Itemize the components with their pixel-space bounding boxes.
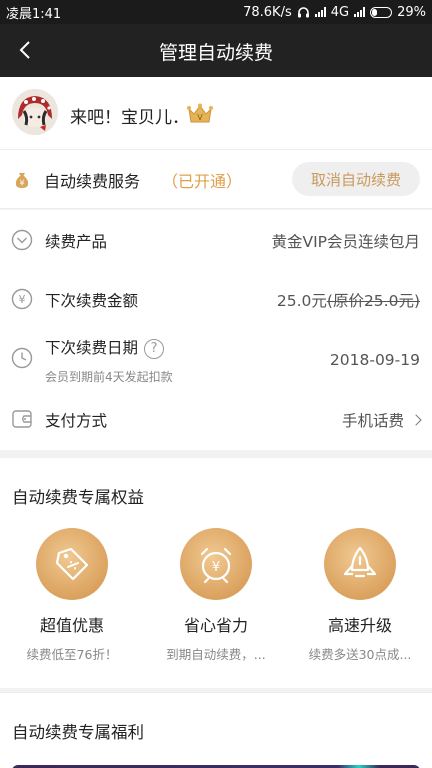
tag-discount-icon	[55, 547, 89, 581]
rocket-upgrade-icon	[343, 546, 377, 578]
network-speed: 78.6K/s	[243, 4, 292, 20]
date-label: 下次续费日期	[45, 339, 139, 357]
auto-renew-service: ¥ 自动续费服务 （已开通） 取消自动续费	[0, 149, 432, 209]
product-value: 黄金VIP会员连续包月	[271, 233, 420, 251]
page-title: 管理自动续费	[158, 42, 273, 64]
signal-icon-2	[354, 7, 366, 17]
benefits-title: 自动续费专属权益	[12, 488, 144, 507]
date-label-row: 下次续费日期?	[45, 336, 165, 359]
money-bag-icon: ¥	[15, 173, 29, 188]
date-note: 会员到期前4天发起扣款	[45, 370, 173, 384]
headphone-icon	[297, 7, 309, 18]
nav-bar: 管理自动续费	[0, 24, 432, 77]
alarm-clock-icon: ¥	[200, 547, 232, 584]
battery-percent: 29%	[397, 4, 426, 20]
avatar[interactable]	[12, 89, 58, 135]
yen-circle-icon: ¥	[11, 288, 33, 310]
svg-text:¥: ¥	[212, 560, 220, 575]
benefit-item-upgrade[interactable]: 高速升级 续费多送30点成...	[288, 528, 432, 663]
amount-original-price: (原价25.0元)	[326, 292, 420, 310]
amount-value: 25.0元	[276, 292, 327, 310]
benefit-name: 省心省力	[183, 616, 248, 635]
date-value: 2018-09-19	[329, 351, 420, 369]
chevron-down-circle-icon	[11, 229, 33, 251]
network-type: 4G	[330, 4, 350, 20]
benefit-desc: 续费低至76折！	[26, 647, 118, 662]
benefit-desc: 到期自动续费，...	[166, 647, 266, 662]
benefit-item-convenience[interactable]: ¥ 省心省力 到期自动续费，...	[144, 528, 288, 663]
service-status: （已开通）	[162, 172, 243, 191]
clock-icon	[11, 347, 33, 369]
avatar-image	[12, 89, 58, 135]
cancel-auto-renew-button[interactable]: 取消自动续费	[292, 162, 420, 196]
svg-text:¥: ¥	[19, 293, 26, 306]
user-card: 来吧！宝贝儿． V	[0, 77, 432, 149]
wallet-icon	[12, 410, 32, 428]
renewal-details: 续费产品 黄金VIP会员连续包月 ¥ 下次续费金额 25.0元(原价25.0元)…	[0, 210, 432, 450]
svg-text:V: V	[197, 113, 203, 122]
vip-crown-icon: V	[187, 103, 213, 123]
benefit-item-discount[interactable]: 超值优惠 续费低至76折！	[0, 528, 144, 663]
status-bar: 凌晨1:41 78.6K/s 4G 29%	[0, 0, 432, 24]
signal-icon	[314, 7, 326, 17]
product-label: 续费产品	[45, 233, 108, 251]
svg-text:¥: ¥	[19, 179, 24, 188]
status-time: 凌晨1:41	[6, 6, 62, 22]
payment-method-row[interactable]: 手机话费	[341, 409, 422, 431]
amount-label: 下次续费金额	[45, 292, 139, 310]
service-label: 自动续费服务	[44, 172, 141, 191]
help-icon[interactable]: ?	[144, 338, 165, 359]
benefit-name: 超值优惠	[39, 616, 104, 635]
welfare-title: 自动续费专属福利	[12, 723, 144, 742]
welfare-section: 自动续费专属福利	[0, 692, 432, 768]
chevron-right-icon	[410, 414, 422, 426]
benefit-name: 高速升级	[327, 616, 392, 635]
payment-label: 支付方式	[45, 412, 108, 430]
payment-value: 手机话费	[341, 412, 404, 430]
username: 来吧！宝贝儿．	[70, 108, 189, 128]
battery-icon	[370, 6, 393, 18]
amount-row-value: 25.0元(原价25.0元)	[277, 289, 420, 311]
benefit-desc: 续费多送30点成...	[308, 647, 412, 662]
benefits-section: 自动续费专属权益 超值优惠 续费低至76折！ ¥ 省心省力 到期自动续费，...	[0, 458, 432, 688]
